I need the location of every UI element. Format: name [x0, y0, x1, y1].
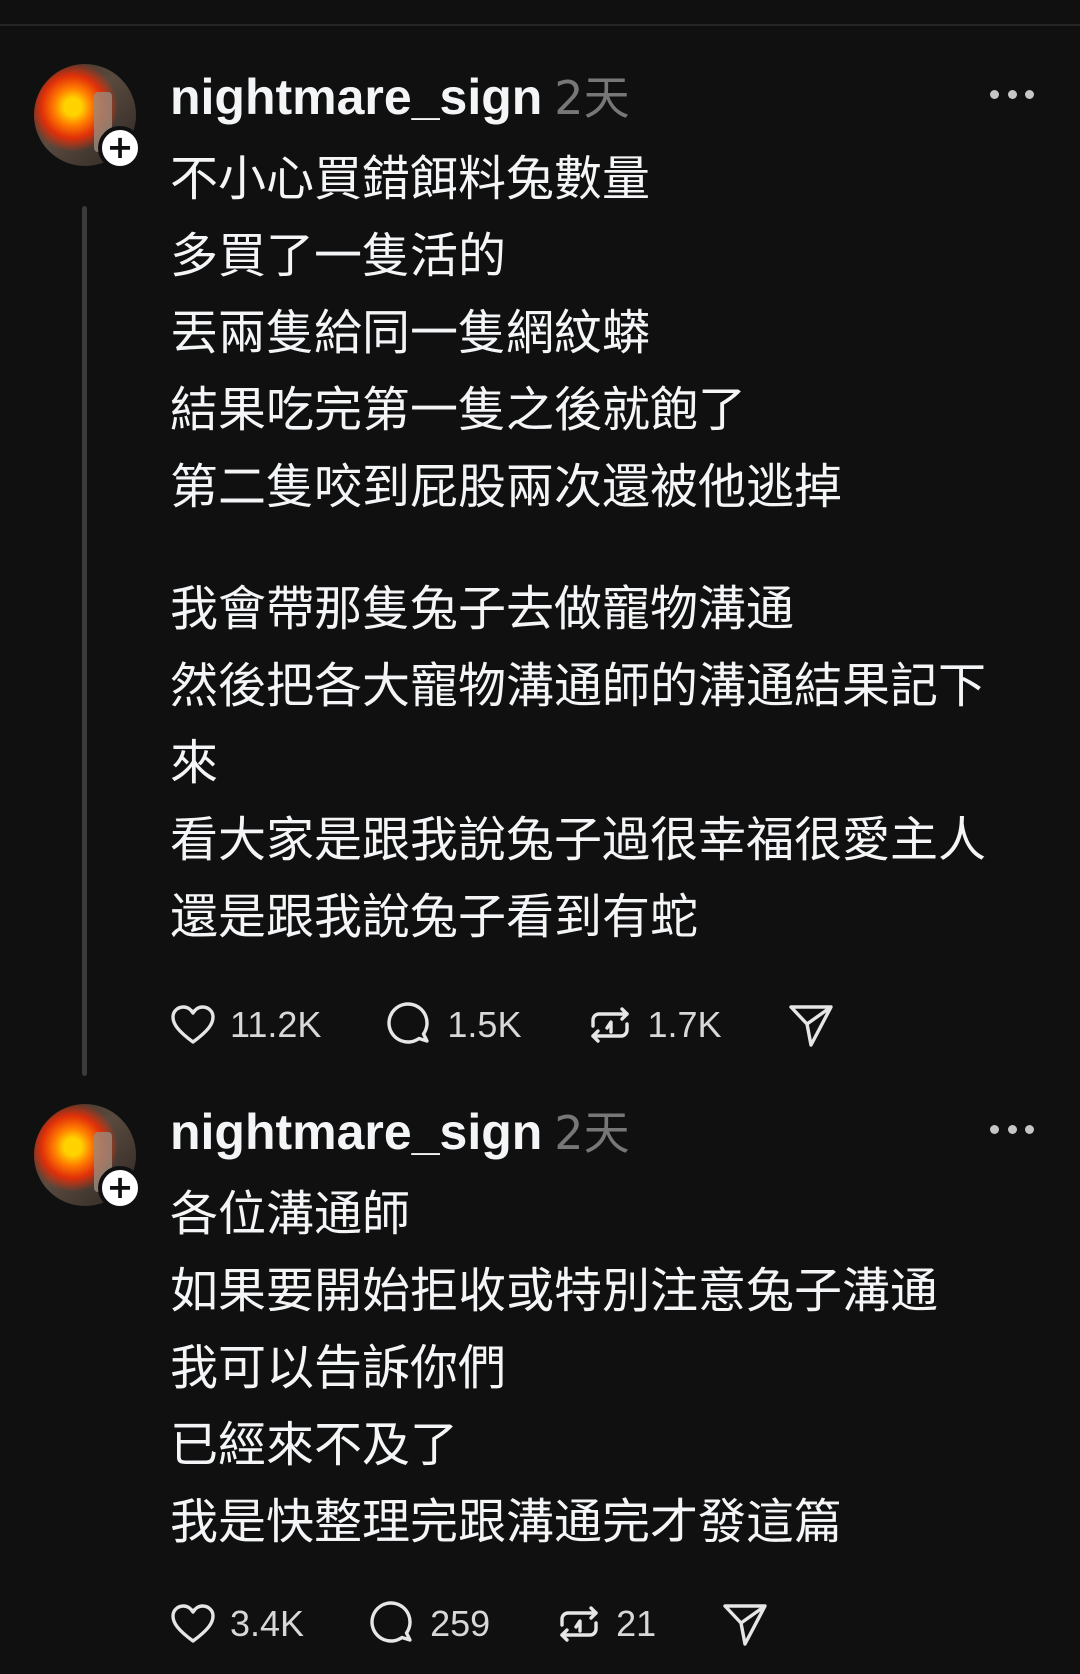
repost-count: 1.7K: [647, 1004, 722, 1045]
like-button[interactable]: 11.2K: [168, 1000, 321, 1050]
text-line: 我會帶那隻兔子去做寵物溝通: [170, 581, 795, 637]
text-line: 不小心買錯餌料兔數量: [170, 151, 651, 207]
avatar-container[interactable]: +: [34, 1104, 142, 1210]
like-count: 3.4K: [230, 1603, 305, 1644]
text-line: 我可以告訴你們: [170, 1340, 507, 1396]
action-bar: 11.2K 1.5K 1.7K: [168, 1000, 836, 1050]
follow-plus-icon[interactable]: +: [98, 1166, 142, 1210]
repost-button[interactable]: 1.7K: [585, 1000, 722, 1050]
text-line: 如果要開始拒收或特別注意兔子溝通: [170, 1263, 939, 1319]
timestamp: 2天: [554, 71, 630, 125]
text-line: 然後把各大寵物溝通師的溝通結果記下: [170, 658, 987, 714]
text-line: 各位溝通師: [170, 1186, 411, 1242]
follow-plus-icon[interactable]: +: [98, 126, 142, 170]
text-line: 多買了一隻活的: [170, 228, 507, 284]
repost-icon: [560, 1606, 598, 1642]
reply-count: 1.5K: [447, 1004, 522, 1045]
share-button[interactable]: [786, 1000, 836, 1050]
post-header: nightmare_sign 2天: [170, 62, 630, 128]
text-line: 我是快整理完跟溝通完才發這篇: [170, 1494, 843, 1550]
action-bar: 3.4K 259 21: [168, 1599, 770, 1649]
send-icon: [723, 1604, 767, 1646]
timestamp: 2天: [554, 1106, 630, 1160]
repost-button[interactable]: 21: [554, 1599, 656, 1649]
reply-count: 259: [430, 1603, 491, 1644]
username[interactable]: nightmare_sign: [170, 1103, 542, 1161]
send-icon: [788, 1005, 833, 1047]
repost-icon: [591, 1007, 630, 1043]
post-header: nightmare_sign 2天: [170, 1097, 630, 1163]
comment-bubble-icon: [387, 1002, 430, 1044]
post-text: 各位溝通師 如果要開始拒收或特別注意兔子溝通 我可以告訴你們 已經來不及了 我是…: [170, 1176, 1050, 1561]
share-button[interactable]: [720, 1599, 770, 1649]
avatar-container[interactable]: +: [34, 64, 142, 170]
text-line: 來: [170, 735, 219, 791]
username[interactable]: nightmare_sign: [170, 68, 542, 126]
text-line: 第二隻咬到屁股兩次還被他逃掉: [170, 459, 843, 515]
comment-bubble-icon: [370, 1601, 412, 1643]
heart-icon: [171, 1604, 215, 1643]
reply-button[interactable]: 1.5K: [385, 1000, 521, 1050]
post-text: 不小心買錯餌料兔數量 多買了一隻活的 丟兩隻給同一隻網紋蟒 結果吃完第一隻之後就…: [170, 141, 1050, 956]
text-line: 丟兩隻給同一隻網紋蟒: [170, 305, 651, 361]
text-line: 還是跟我說兔子看到有蛇: [170, 889, 699, 945]
text-line: 看大家是跟我說兔子過很幸福很愛主人: [170, 812, 987, 868]
text-line: 結果吃完第一隻之後就飽了: [170, 382, 747, 438]
heart-icon: [171, 1005, 215, 1044]
thread-connector-line: [82, 206, 87, 1076]
repost-count: 21: [616, 1603, 657, 1644]
top-divider: [0, 24, 1080, 26]
like-count: 11.2K: [230, 1004, 322, 1045]
more-dots-icon[interactable]: [990, 1122, 1034, 1136]
like-button[interactable]: 3.4K: [168, 1599, 304, 1649]
more-dots-icon[interactable]: [990, 87, 1034, 101]
reply-button[interactable]: 259: [368, 1599, 490, 1649]
text-line: 已經來不及了: [170, 1417, 459, 1473]
